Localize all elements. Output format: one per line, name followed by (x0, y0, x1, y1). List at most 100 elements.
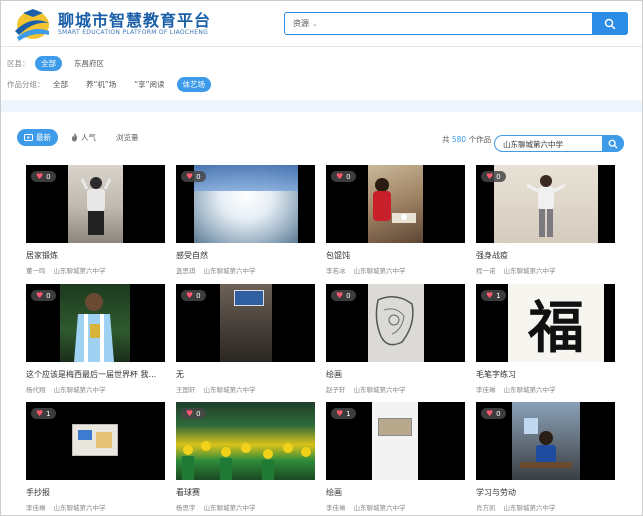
heart-icon: ♥ (186, 409, 194, 418)
card-thumbnail[interactable]: 福 ♥ 1 (476, 284, 615, 362)
sort-toolbar: 最新 人气 浏览量 (17, 129, 152, 146)
search-category-select[interactable]: 资源 ⌄ (293, 18, 318, 29)
logo-icon (15, 9, 49, 41)
like-badge: ♥ 0 (481, 171, 506, 182)
brand-subtitle: SMART EDUCATION PLATFORM OF LIAOCHENG (58, 29, 209, 36)
work-card[interactable]: ♥ 0 这个应该是梅西最后一届世界杯 我... 杨代翔 山东聊城第六中学 (26, 284, 165, 394)
card-school: 山东聊城第六中学 (53, 504, 106, 512)
heart-icon: ♥ (336, 172, 344, 181)
card-author: 李佳琳 (326, 504, 346, 512)
card-author: 李若冰 (326, 267, 346, 275)
card-author: 赵子轩 (326, 386, 346, 394)
card-title[interactable]: 看球赛 (176, 487, 315, 498)
card-thumbnail[interactable]: ♥ 0 (26, 165, 165, 243)
card-thumbnail[interactable]: ♥ 1 (326, 402, 465, 480)
like-badge: ♥ 1 (331, 408, 356, 419)
chevron-down-icon: ⌄ (312, 20, 318, 28)
person-figure-image (81, 177, 111, 235)
group-chip-all[interactable]: 全部 (47, 77, 74, 92)
card-meta: 李佳琳 山东聊城第六中学 (26, 502, 165, 512)
card-title[interactable]: 感受自然 (176, 250, 315, 261)
header: 聊城市智慧教育平台 SMART EDUCATION PLATFORM OF LI… (1, 1, 642, 47)
like-badge: ♥ 0 (181, 290, 206, 301)
card-meta: 王国轩 山东聊城第六中学 (176, 384, 315, 394)
like-badge: ♥ 1 (481, 290, 506, 301)
card-title[interactable]: 手抄报 (26, 487, 165, 498)
like-badge: ♥ 0 (331, 290, 356, 301)
card-title[interactable]: 学习与劳动 (476, 487, 615, 498)
work-card[interactable]: ♥ 0 强身战疫 程一诺 山东聊城第六中学 (476, 165, 615, 275)
card-title[interactable]: 绘画 (326, 369, 465, 380)
work-card[interactable]: ♥ 0 无 王国轩 山东聊城第六中学 (176, 284, 315, 394)
like-badge: ♥ 1 (31, 408, 56, 419)
card-author: 肖方凯 (476, 504, 496, 512)
work-card[interactable]: 福 ♥ 1 毛笔字练习 李佳琳 山东聊城第六中学 (476, 284, 615, 394)
card-school: 山东聊城第六中学 (503, 267, 556, 275)
total-count: 共 580 个作品 (442, 135, 492, 144)
heart-icon: ♥ (186, 172, 194, 181)
heart-icon: ♥ (36, 291, 44, 300)
card-author: 李佳琳 (476, 386, 496, 394)
card-author: 盖思琪 (176, 267, 196, 275)
group-chip-sports-art[interactable]: 体艺场 (176, 77, 212, 92)
card-thumbnail[interactable]: ♥ 0 (176, 165, 315, 243)
card-meta: 程一诺 山东聊城第六中学 (476, 265, 615, 275)
group-chip-reading[interactable]: “享”阅读 (128, 77, 170, 92)
work-card[interactable]: ♥ 0 居家锻炼 董一鸣 山东聊城第六中学 (26, 165, 165, 275)
card-meta: 杨思宇 山东聊城第六中学 (176, 502, 315, 512)
region-chip-dongchangfu[interactable]: 东昌府区 (68, 56, 110, 71)
card-thumbnail[interactable]: ♥ 0 (26, 284, 165, 362)
card-school: 山东聊城第六中学 (203, 504, 256, 512)
search-button[interactable] (592, 12, 628, 35)
card-title[interactable]: 这个应该是梅西最后一届世界杯 我... (26, 369, 165, 380)
work-card[interactable]: ♥ 0 学习与劳动 肖方凯 山东聊城第六中学 (476, 402, 615, 512)
work-card[interactable]: ♥ 0 感受自然 盖思琪 山东聊城第六中学 (176, 165, 315, 275)
school-search-input[interactable]: 山东聊城第六中学 (494, 135, 624, 152)
card-meta: 肖方凯 山东聊城第六中学 (476, 502, 615, 512)
card-title[interactable]: 强身战疫 (476, 250, 615, 261)
heart-icon: ♥ (36, 172, 44, 181)
child-cooking-image (373, 178, 416, 223)
region-label: 区县： (7, 59, 30, 68)
video-icon (24, 134, 33, 141)
like-badge: ♥ 0 (481, 408, 506, 419)
tab-views[interactable]: 浏览量 (109, 129, 146, 146)
school-search-button[interactable] (602, 135, 624, 152)
search-icon (608, 139, 618, 148)
heart-icon: ♥ (36, 409, 44, 418)
global-search[interactable]: 资源 ⌄ (284, 12, 628, 35)
card-author: 杨代翔 (26, 386, 46, 394)
card-thumbnail[interactable]: ♥ 0 (476, 402, 615, 480)
work-card[interactable]: ♥ 1 手抄报 李佳琳 山东聊城第六中学 (26, 402, 165, 512)
card-thumbnail[interactable]: ♥ 0 (326, 165, 465, 243)
card-title[interactable]: 包馄饨 (326, 250, 465, 261)
heart-icon: ♥ (486, 409, 494, 418)
card-meta: 董一鸣 山东聊城第六中学 (26, 265, 165, 275)
region-chip-all[interactable]: 全部 (35, 56, 62, 71)
card-school: 山东聊城第六中学 (53, 267, 106, 275)
group-chip-machine[interactable]: 养“机”场 (80, 77, 122, 92)
card-thumbnail[interactable]: ♥ 0 (326, 284, 465, 362)
card-thumbnail[interactable]: ♥ 0 (176, 402, 315, 480)
card-thumbnail[interactable]: ♥ 0 (476, 165, 615, 243)
card-title[interactable]: 绘画 (326, 487, 465, 498)
card-author: 杨思宇 (176, 504, 196, 512)
heart-icon: ♥ (486, 172, 494, 181)
card-thumbnail[interactable]: ♥ 1 (26, 402, 165, 480)
work-card[interactable]: ♥ 0 绘画 赵子轩 山东聊城第六中学 (326, 284, 465, 394)
card-title[interactable]: 毛笔字练习 (476, 369, 615, 380)
tab-popularity[interactable]: 人气 (64, 129, 103, 146)
card-title[interactable]: 无 (176, 369, 315, 380)
like-badge: ♥ 0 (181, 408, 206, 419)
card-school: 山东聊城第六中学 (353, 267, 406, 275)
card-meta: 杨代翔 山东聊城第六中学 (26, 384, 165, 394)
work-card[interactable]: ♥ 0 看球赛 杨思宇 山东聊城第六中学 (176, 402, 315, 512)
drawing-image (375, 296, 414, 346)
card-meta: 盖思琪 山东聊城第六中学 (176, 265, 315, 275)
tab-latest[interactable]: 最新 (17, 129, 58, 146)
card-author: 王国轩 (176, 386, 196, 394)
card-thumbnail[interactable]: ♥ 0 (176, 284, 315, 362)
card-title[interactable]: 居家锻炼 (26, 250, 165, 261)
work-card[interactable]: ♥ 1 绘画 李佳琳 山东聊城第六中学 (326, 402, 465, 512)
work-card[interactable]: ♥ 0 包馄饨 李若冰 山东聊城第六中学 (326, 165, 465, 275)
